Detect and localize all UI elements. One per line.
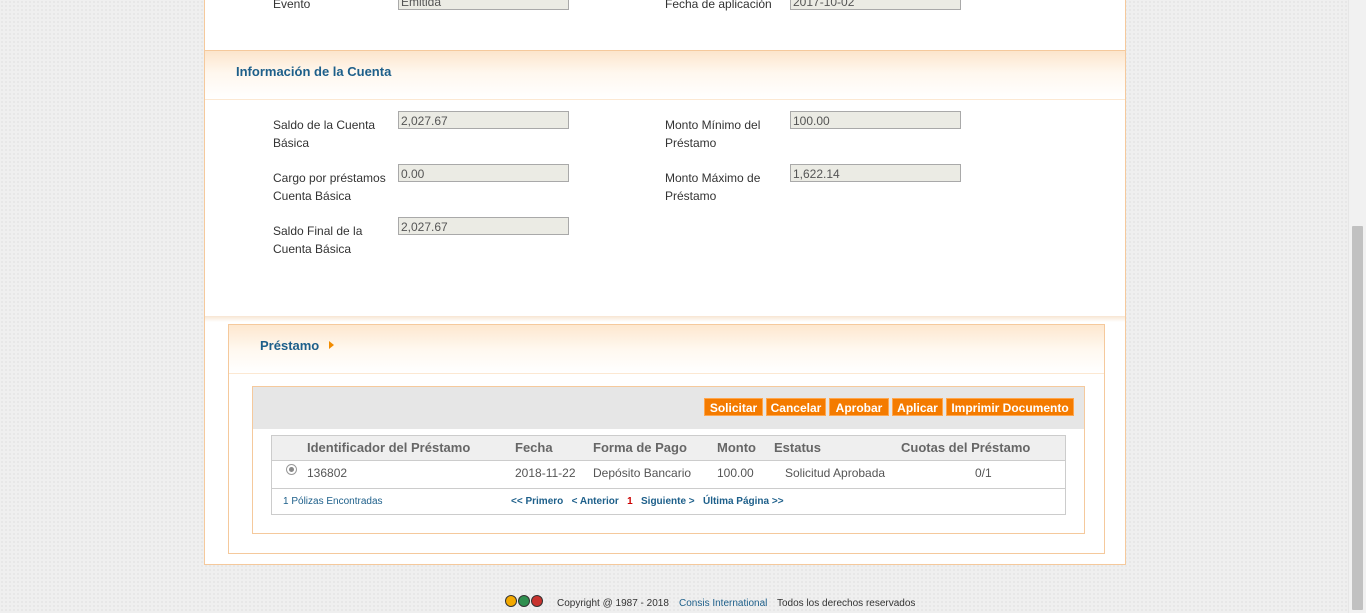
fecha-aplicacion-label: Fecha de aplicación <box>665 0 772 11</box>
fecha-aplicacion-field[interactable]: 2017-10-02 <box>790 0 961 10</box>
col-cuotas[interactable]: Cuotas del Préstamo <box>901 440 1030 455</box>
cargo-prestamos-label: Cargo por préstamos Cuenta Básica <box>273 171 386 203</box>
imprimir-documento-button[interactable]: Imprimir Documento <box>946 398 1074 416</box>
monto-minimo-field[interactable]: 100.00 <box>790 111 961 129</box>
loan-panel: Préstamo Solicitar Cancelar Aprobar Apli… <box>228 324 1105 554</box>
loan-toolbar: Solicitar Cancelar Aprobar Aplicar Impri… <box>253 387 1084 429</box>
pager-prev-link[interactable]: < Anterior <box>572 496 619 507</box>
col-forma-pago[interactable]: Forma de Pago <box>593 440 687 455</box>
loan-section-title[interactable]: Préstamo <box>260 338 319 353</box>
loan-section-header[interactable]: Préstamo <box>229 325 1104 374</box>
copyright-text: Copyright @ 1987 - 2018 <box>557 598 669 609</box>
expand-arrow-icon[interactable] <box>329 341 334 349</box>
page-scrollbar[interactable] <box>1348 0 1366 613</box>
saldo-cuenta-label: Saldo de la Cuenta Básica <box>273 118 376 150</box>
monto-minimo-label: Monto Mínimo del Préstamo <box>665 118 761 150</box>
cell-monto: 100.00 <box>717 466 754 480</box>
monto-maximo-field[interactable]: 1,622.14 <box>790 164 961 182</box>
loan-table: Identificador del Préstamo Fecha Forma d… <box>271 435 1066 515</box>
aprobar-button[interactable]: Aprobar <box>829 398 889 416</box>
cell-forma-pago: Depósito Bancario <box>593 466 692 480</box>
rights-text: Todos los derechos reservados <box>777 598 916 609</box>
evento-field[interactable]: Emitida <box>398 0 569 10</box>
col-estatus[interactable]: Estatus <box>774 440 821 455</box>
cell-estatus: Solicitud Aprobada <box>785 466 886 480</box>
saldo-final-label: Saldo Final de la Cuenta Básica <box>273 224 363 256</box>
browser-logo-icon <box>531 595 543 607</box>
company-link[interactable]: Consis International <box>679 598 767 609</box>
aplicar-button[interactable]: Aplicar <box>892 398 943 416</box>
account-section-title: Información de la Cuenta <box>236 64 392 79</box>
cancelar-button[interactable]: Cancelar <box>766 398 826 416</box>
col-monto[interactable]: Monto <box>717 440 756 455</box>
main-content: Evento Emitida Fecha de aplicación 2017-… <box>204 0 1126 565</box>
pager-first-link[interactable]: << Primero <box>511 496 563 507</box>
results-count: 1 Pólizas Encontradas <box>283 496 383 507</box>
col-fecha[interactable]: Fecha <box>515 440 553 455</box>
cell-id: 136802 <box>307 466 348 480</box>
account-section-header: Información de la Cuenta <box>205 50 1125 100</box>
table-header: Identificador del Préstamo Fecha Forma d… <box>272 436 1065 461</box>
pager-next-link[interactable]: Siguiente > <box>641 496 695 507</box>
scrollbar-thumb[interactable] <box>1352 226 1363 610</box>
loan-list-container: Solicitar Cancelar Aprobar Aplicar Impri… <box>252 386 1085 534</box>
evento-label: Evento <box>273 0 311 11</box>
pager-last-link[interactable]: Última Página >> <box>703 496 784 507</box>
saldo-cuenta-field[interactable]: 2,027.67 <box>398 111 569 129</box>
row-select-radio[interactable] <box>286 464 297 475</box>
col-identificador[interactable]: Identificador del Préstamo <box>307 440 470 455</box>
browser-logo-icon <box>505 595 517 607</box>
table-footer: 1 Pólizas Encontradas << Primero < Anter… <box>272 488 1065 515</box>
cargo-prestamos-field[interactable]: 0.00 <box>398 164 569 182</box>
cell-cuotas: 0/1 <box>975 466 992 480</box>
cell-fecha: 2018-11-22 <box>515 466 576 480</box>
monto-maximo-label: Monto Máximo de Préstamo <box>665 171 761 203</box>
section-separator <box>205 316 1125 322</box>
solicitar-button[interactable]: Solicitar <box>704 398 763 416</box>
pager: << Primero < Anterior 1 Siguiente > Últi… <box>511 496 784 507</box>
pager-current-page: 1 <box>627 496 633 507</box>
browser-logo-icon <box>518 595 530 607</box>
saldo-final-field[interactable]: 2,027.67 <box>398 217 569 235</box>
